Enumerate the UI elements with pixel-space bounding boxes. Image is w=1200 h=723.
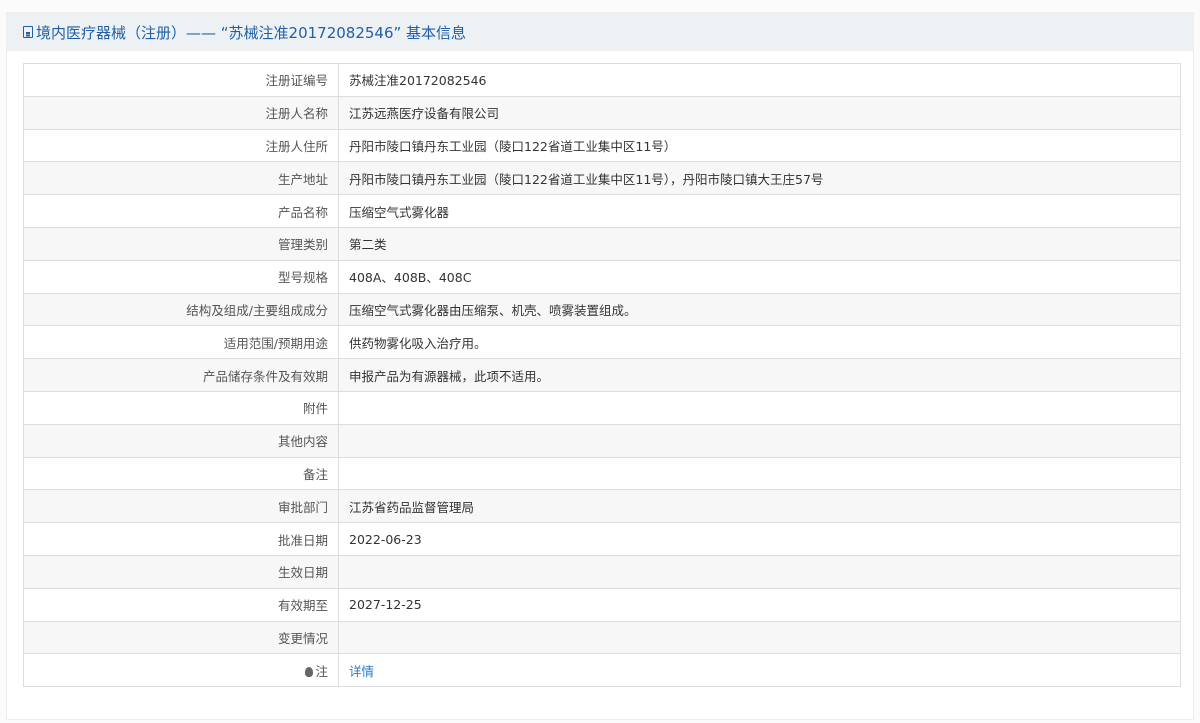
table-row: 结构及组成/主要组成成分 压缩空气式雾化器由压缩泵、机壳、喷雾装置组成。 bbox=[23, 292, 1181, 327]
table-row: 其他内容 bbox=[23, 423, 1181, 458]
table-row: 审批部门 江苏省药品监督管理局 bbox=[23, 489, 1181, 524]
row-value: 压缩空气式雾化器 bbox=[338, 194, 1181, 228]
row-label: 有效期至 bbox=[23, 587, 339, 622]
row-value: 408A、408B、408C bbox=[338, 259, 1181, 294]
row-value bbox=[338, 620, 1181, 655]
row-value bbox=[338, 423, 1181, 458]
table-row: 注册证编号 苏械注准20172082546 bbox=[23, 63, 1181, 97]
row-value: 丹阳市陵口镇丹东工业园（陵口122省道工业集中区11号） bbox=[338, 128, 1181, 163]
lightbulb-icon bbox=[305, 666, 314, 677]
row-label: 附件 bbox=[23, 390, 339, 425]
row-label: 产品储存条件及有效期 bbox=[23, 358, 339, 392]
row-value: 压缩空气式雾化器由压缩泵、机壳、喷雾装置组成。 bbox=[338, 292, 1181, 327]
row-value: 2027-12-25 bbox=[338, 587, 1181, 622]
row-value bbox=[338, 390, 1181, 425]
note-value: 详情 bbox=[338, 653, 1181, 688]
table-row: 产品储存条件及有效期 申报产品为有源器械，此项不适用。 bbox=[23, 358, 1181, 392]
row-label: 注册证编号 bbox=[23, 63, 339, 97]
row-label: 生效日期 bbox=[23, 554, 339, 589]
table-row: 生产地址 丹阳市陵口镇丹东工业园（陵口122省道工业集中区11号），丹阳市陵口镇大… bbox=[23, 161, 1181, 196]
table-row: 产品名称 压缩空气式雾化器 bbox=[23, 194, 1181, 228]
info-panel: 境内医疗器械（注册）—— “苏械注准20172082546” 基本信息 注册证编… bbox=[6, 12, 1194, 720]
document-icon bbox=[23, 26, 33, 38]
row-label: 注册人住所 bbox=[23, 128, 339, 163]
row-label: 型号规格 bbox=[23, 259, 339, 294]
page-title: 境内医疗器械（注册）—— “苏械注准20172082546” 基本信息 bbox=[36, 23, 467, 42]
info-table: 注册证编号 苏械注准20172082546 注册人名称 江苏远燕医疗设备有限公司 注册人… bbox=[23, 63, 1181, 688]
table-row: 注册人住所 丹阳市陵口镇丹东工业园（陵口122省道工业集中区11号） bbox=[23, 128, 1181, 163]
table-row: 批准日期 2022-06-23 bbox=[23, 522, 1181, 556]
row-label: 备注 bbox=[23, 456, 339, 491]
row-value: 江苏远燕医疗设备有限公司 bbox=[338, 95, 1181, 130]
details-link[interactable]: 详情 bbox=[349, 664, 374, 679]
table-row: 型号规格 408A、408B、408C bbox=[23, 259, 1181, 294]
row-value bbox=[338, 456, 1181, 491]
row-label: 管理类别 bbox=[23, 226, 339, 261]
note-label: 注 bbox=[315, 663, 328, 679]
row-label: 批准日期 bbox=[23, 522, 339, 556]
row-label: 审批部门 bbox=[23, 489, 339, 524]
row-value: 2022-06-23 bbox=[338, 522, 1181, 556]
table-row: 适用范围/预期用途 供药物雾化吸入治疗用。 bbox=[23, 325, 1181, 360]
row-value: 丹阳市陵口镇丹东工业园（陵口122省道工业集中区11号），丹阳市陵口镇大王庄57… bbox=[338, 161, 1181, 196]
row-value: 第二类 bbox=[338, 226, 1181, 261]
panel-header: 境内医疗器械（注册）—— “苏械注准20172082546” 基本信息 bbox=[7, 13, 1193, 51]
row-label: 适用范围/预期用途 bbox=[23, 325, 339, 360]
row-value: 供药物雾化吸入治疗用。 bbox=[338, 325, 1181, 360]
note-label-cell: 注 bbox=[23, 653, 339, 688]
row-value: 申报产品为有源器械，此项不适用。 bbox=[338, 358, 1181, 392]
row-label: 变更情况 bbox=[23, 620, 339, 655]
row-label: 其他内容 bbox=[23, 423, 339, 458]
row-label: 产品名称 bbox=[23, 194, 339, 228]
table-row: 管理类别 第二类 bbox=[23, 226, 1181, 261]
table-row: 有效期至 2027-12-25 bbox=[23, 587, 1181, 622]
row-label: 结构及组成/主要组成成分 bbox=[23, 292, 339, 327]
note-row: 注 详情 bbox=[23, 653, 1181, 688]
table-row: 注册人名称 江苏远燕医疗设备有限公司 bbox=[23, 95, 1181, 130]
table-row: 生效日期 bbox=[23, 554, 1181, 589]
row-value: 江苏省药品监督管理局 bbox=[338, 489, 1181, 524]
table-row: 备注 bbox=[23, 456, 1181, 491]
row-value bbox=[338, 554, 1181, 589]
row-value: 苏械注准20172082546 bbox=[338, 63, 1181, 97]
row-label: 生产地址 bbox=[23, 161, 339, 196]
table-row: 附件 bbox=[23, 390, 1181, 425]
table-row: 变更情况 bbox=[23, 620, 1181, 655]
row-label: 注册人名称 bbox=[23, 95, 339, 130]
